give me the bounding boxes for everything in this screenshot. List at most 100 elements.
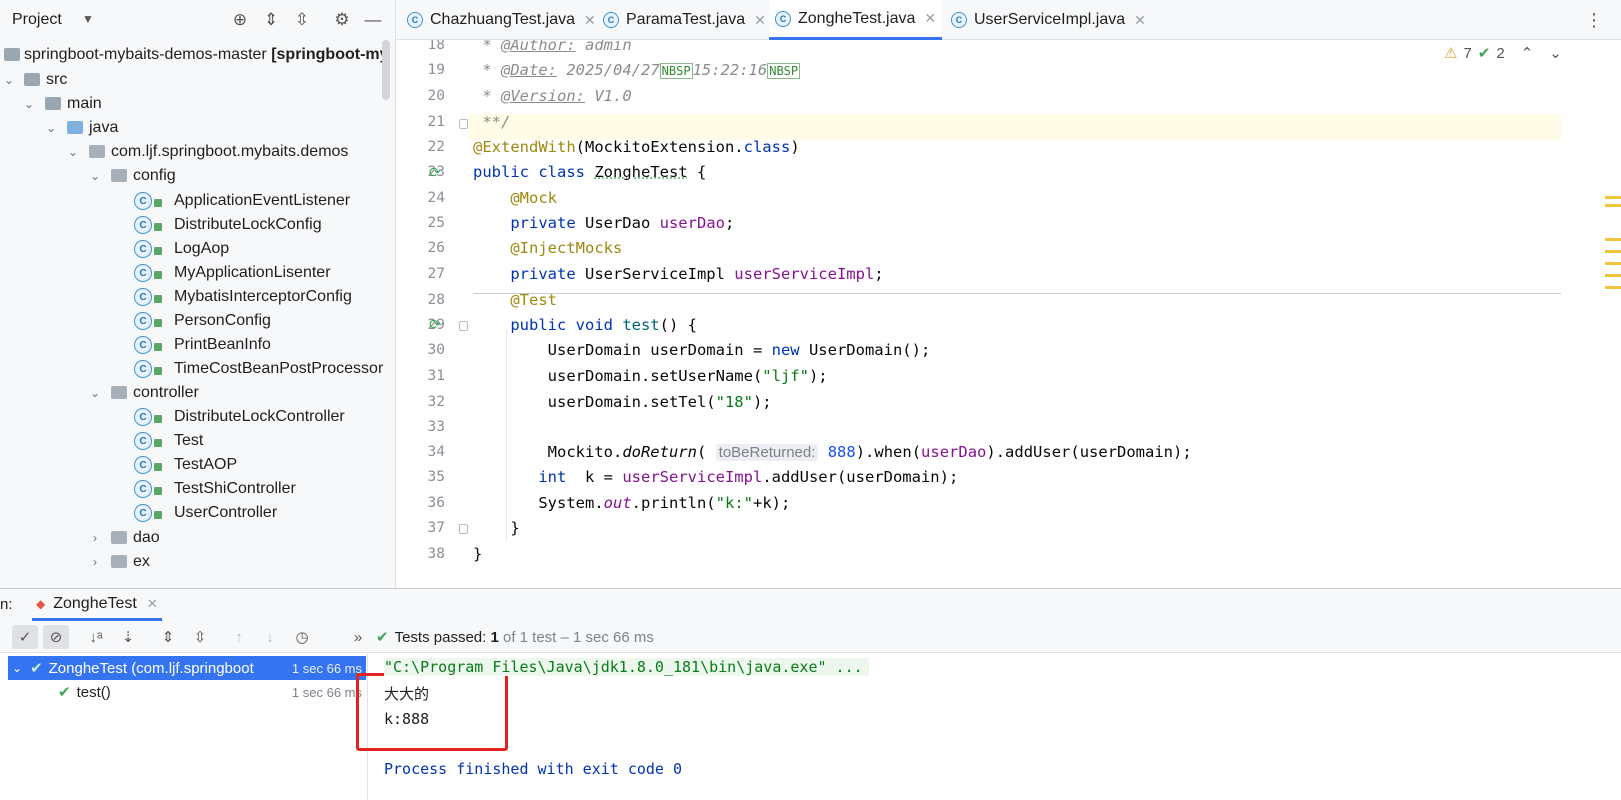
tree-item[interactable]: C UserController (0, 500, 395, 525)
close-icon[interactable]: ✕ (147, 596, 158, 612)
close-icon[interactable]: ✕ (1134, 12, 1146, 29)
test-row[interactable]: ✔ test() 1 sec 66 ms (8, 680, 366, 704)
tree-label: java (89, 118, 119, 136)
stripe-mark[interactable] (1605, 196, 1621, 199)
tree-item[interactable]: C TestAOP (0, 452, 395, 477)
tree-item[interactable]: C TestShiController (0, 476, 395, 501)
tree-label: TestAOP (174, 455, 238, 473)
more-icon[interactable]: ⋮ (1585, 10, 1603, 31)
chevron-down-icon[interactable]: ▼ (82, 12, 94, 26)
tree-item[interactable]: ⌄ com.ljf.springboot.mybaits.demos (0, 139, 395, 164)
string-literal: "k:" (715, 494, 753, 512)
hide-icon[interactable]: — (362, 9, 384, 31)
code-text: UserDao (584, 214, 660, 232)
tree-item[interactable]: C DistributeLockController (0, 404, 395, 429)
chevron-down-icon[interactable]: ⌄ (2, 73, 16, 87)
annotation: @Mock (510, 189, 557, 207)
tree-item[interactable]: › ex (0, 549, 395, 574)
chevron-down-icon[interactable]: ⌄ (88, 386, 102, 400)
code-text: UserDomain userDomain = (547, 341, 772, 359)
code-text: UserServiceImpl (584, 265, 735, 283)
project-title[interactable]: Project (12, 11, 62, 29)
run-test-icon[interactable]: ⟳ (429, 316, 445, 332)
close-icon[interactable]: ✕ (754, 12, 766, 29)
tree-item[interactable]: ⌄ java (0, 115, 395, 140)
tree-item[interactable]: C TimeCostBeanPostProcessor (0, 356, 395, 381)
show-ignored-icon[interactable]: ⊘ (43, 625, 69, 649)
tree-item[interactable]: C MybatisInterceptorConfig (0, 284, 395, 309)
tree-item[interactable]: C DistributeLockConfig (0, 212, 395, 237)
tab-paramatest[interactable]: C ParamaTest.java ✕ (603, 0, 766, 40)
sort-duration-icon[interactable]: ⇣ (115, 625, 141, 649)
chevron-down-icon[interactable]: ⌄ (44, 121, 58, 135)
fold-icon[interactable] (459, 119, 468, 129)
run-tab-zonghetest[interactable]: ◆ ZongheTest ✕ (32, 589, 162, 621)
tree-item[interactable]: C LogAop (0, 236, 395, 261)
code-line-18: * @Author: admin (473, 40, 631, 54)
tree-item[interactable]: › dao (0, 525, 395, 550)
stripe-mark[interactable] (1605, 238, 1621, 241)
class-icon: C (134, 264, 152, 282)
collapse-all-icon[interactable]: ⇳ (291, 9, 313, 31)
tree-item[interactable]: C MyApplicationLisenter (0, 260, 395, 285)
tree-item[interactable]: ⌄ controller (0, 380, 395, 405)
inspection-widget[interactable]: ⚠ 7 ✔ 2 ⌃ ⌄ (1444, 44, 1562, 63)
tree-item[interactable]: ⌄ config (0, 163, 395, 188)
stripe-mark[interactable] (1605, 262, 1621, 265)
stripe-mark[interactable] (1605, 286, 1621, 289)
chevron-down-icon[interactable]: ⌄ (1549, 44, 1562, 62)
fold-icon[interactable] (459, 321, 468, 331)
stripe-mark[interactable] (1605, 250, 1621, 253)
tree-scrollbar[interactable] (382, 40, 390, 100)
error-stripe[interactable] (1563, 40, 1621, 588)
check-icon: ✔ (1477, 45, 1491, 62)
test-row[interactable]: ⌄ ✔ ZongheTest (com.ljf.springboot 1 sec… (8, 656, 366, 680)
fold-icon[interactable] (459, 524, 468, 534)
show-passed-icon[interactable]: ✓ (12, 625, 38, 649)
tree-item[interactable]: C ApplicationEventListener (0, 188, 395, 213)
tree-item[interactable]: C PersonConfig (0, 308, 395, 333)
stripe-mark[interactable] (1605, 204, 1621, 207)
tab-chazhuangtest[interactable]: C ChazhuangTest.java ✕ (407, 0, 596, 40)
gear-icon[interactable]: ⚙ (331, 9, 353, 31)
sort-alpha-icon[interactable]: ↓ᵃ (83, 625, 109, 649)
tree-label: ex (133, 552, 150, 570)
line-number: 34 (427, 444, 445, 460)
run-test-icon[interactable]: ⟳ (429, 164, 445, 180)
folder-icon (24, 73, 40, 86)
arrow-up-icon[interactable]: ↑ (226, 625, 252, 649)
close-icon[interactable]: ✕ (584, 12, 596, 29)
tree-item[interactable]: ⌄ src (0, 67, 395, 92)
code-text: +k); (752, 494, 791, 512)
tree-item[interactable]: ⌄ main (0, 91, 395, 116)
expand-all-icon[interactable]: ⇕ (260, 9, 282, 31)
chevron-down-icon[interactable]: ⌄ (22, 97, 36, 111)
locate-icon[interactable]: ⊕ (229, 9, 251, 31)
chevron-down-icon[interactable]: ⌄ (66, 145, 80, 159)
tree-item[interactable]: C PrintBeanInfo (0, 332, 395, 357)
chevron-down-icon[interactable]: ⌄ (88, 169, 102, 183)
console-output[interactable]: "C:\Program Files\Java\jdk1.8.0_181\bin\… (356, 654, 1621, 800)
tree-root[interactable]: springboot-mybaits-demos-master [springb… (0, 42, 395, 67)
code-line-19: * @Date: 2025/04/27 NBSP 15:22:16 NBSP (473, 61, 801, 79)
chevron-right-icon[interactable]: › (88, 555, 102, 569)
history-icon[interactable]: ◷ (289, 625, 315, 649)
tab-label: ParamaTest.java (626, 11, 746, 28)
chevron-down-icon[interactable]: ⌄ (12, 661, 22, 675)
code-editor[interactable]: 18 19 20 21 22 23 24 25 26 27 28 29 30 3… (397, 40, 1621, 588)
console-command: "C:\Program Files\Java\jdk1.8.0_181\bin\… (384, 658, 869, 676)
tree-item[interactable]: C Test (0, 428, 395, 453)
expand-all-icon[interactable]: ⇕ (155, 625, 181, 649)
chevron-right-icon[interactable]: › (88, 531, 102, 545)
tab-userserviceimpl[interactable]: C UserServiceImpl.java ✕ (951, 0, 1146, 40)
collapse-all-icon[interactable]: ⇳ (187, 625, 213, 649)
chevron-up-icon[interactable]: ⌃ (1521, 44, 1534, 62)
close-icon[interactable]: ✕ (924, 10, 936, 27)
tab-zonghetest[interactable]: C ZongheTest.java ✕ (769, 0, 943, 40)
stripe-mark[interactable] (1605, 274, 1621, 277)
arrow-down-icon[interactable]: ↓ (257, 625, 283, 649)
status-sub: of 1 test – 1 sec 66 ms (498, 629, 654, 646)
more-actions-icon[interactable]: » (345, 625, 371, 649)
keyword: public class (473, 163, 595, 181)
line-number: 27 (427, 266, 445, 282)
